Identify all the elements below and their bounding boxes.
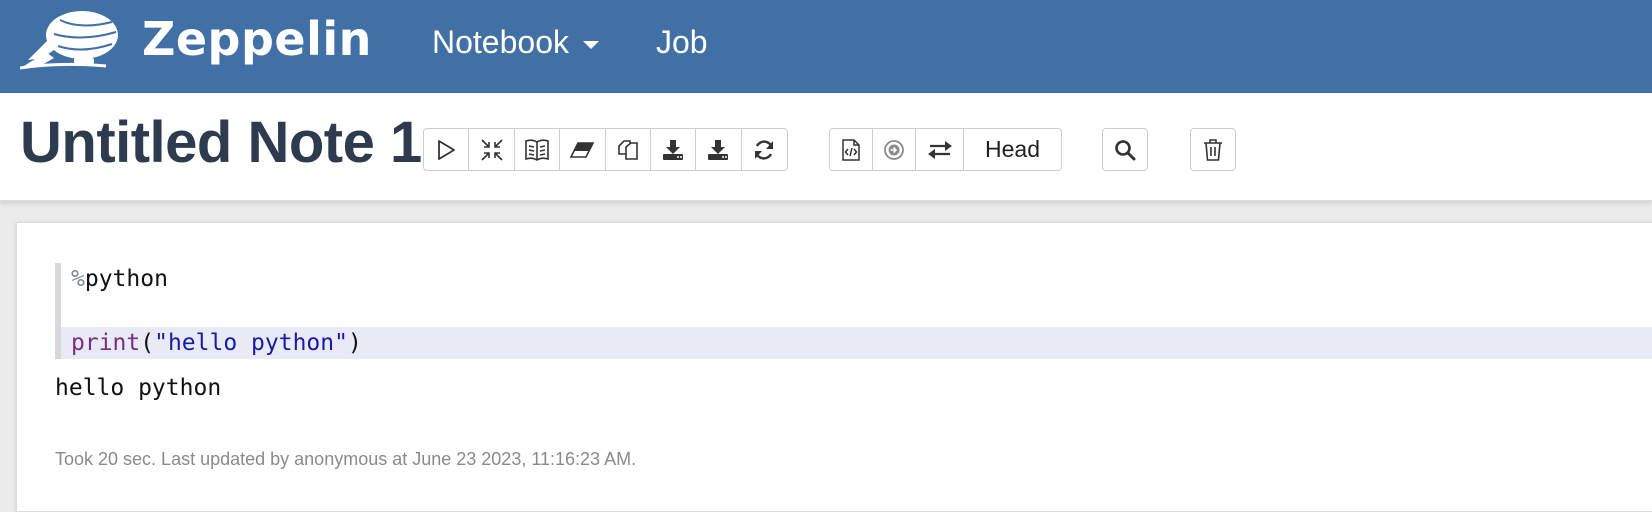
code-paren-close: ) (347, 330, 362, 356)
code-string: "hello python" (154, 330, 348, 356)
export-ipynb-button[interactable] (696, 129, 742, 170)
nav-notebook-label: Notebook (432, 24, 569, 60)
eraser-icon (570, 141, 595, 158)
collapse-code-button[interactable] (469, 129, 515, 170)
export-icon (663, 139, 684, 160)
search-button[interactable] (1102, 128, 1148, 171)
circle-arrow-icon (884, 139, 904, 160)
delete-note-button[interactable] (1190, 128, 1236, 171)
clone-note-button[interactable] (605, 129, 651, 170)
head-revision-button[interactable]: Head (964, 129, 1061, 170)
search-icon (1115, 139, 1136, 160)
active-code-line[interactable]: print("hello python") (61, 327, 1652, 359)
paragraph-output: hello python (55, 375, 222, 401)
code-line[interactable] (61, 295, 1652, 327)
code-line[interactable]: %python (61, 263, 1652, 295)
note-header: Untitled Note 1 Head (0, 93, 1652, 201)
zeppelin-logo-icon (20, 11, 118, 70)
trash-icon (1204, 138, 1222, 161)
clone-icon (617, 139, 638, 160)
code-file-icon (842, 138, 860, 161)
top-navbar: Zeppelin Notebook Job (0, 0, 1652, 93)
export-note-button[interactable] (650, 129, 697, 170)
note-title[interactable]: Untitled Note 1 (20, 109, 422, 176)
run-all-button[interactable] (424, 129, 470, 170)
run-on-selection-button[interactable] (873, 129, 916, 170)
code-paren-open: ( (140, 330, 155, 356)
paragraph-status: Took 20 sec. Last updated by anonymous a… (55, 449, 637, 469)
note-action-toolbar (423, 128, 788, 171)
export-alt-icon (708, 139, 729, 160)
clear-output-button[interactable] (560, 129, 606, 170)
code-editor[interactable]: %python print("hello python") (55, 263, 1652, 359)
brand-logo[interactable] (20, 8, 126, 72)
book-icon (525, 138, 549, 161)
paragraph-panel: %python print("hello python") hello pyth… (16, 222, 1652, 512)
version-control-button[interactable] (916, 129, 964, 170)
nav-notebook-dropdown[interactable]: Notebook (432, 24, 599, 61)
collapse-icon (480, 138, 503, 161)
interpreter-percent: % (71, 266, 85, 292)
swap-icon (927, 140, 952, 159)
toggle-output-button[interactable] (514, 129, 561, 170)
code-keyword: print (71, 330, 141, 356)
caret-down-icon (582, 40, 599, 49)
run-all-icon (438, 139, 456, 160)
interpreter-name: python (84, 266, 168, 292)
brand-name[interactable]: Zeppelin (142, 12, 372, 66)
reload-button[interactable] (741, 129, 787, 170)
show-code-button[interactable] (830, 129, 873, 170)
code-view-toolbar: Head (829, 128, 1062, 171)
nav-job-link[interactable]: Job (656, 24, 708, 61)
reload-icon (755, 139, 774, 160)
